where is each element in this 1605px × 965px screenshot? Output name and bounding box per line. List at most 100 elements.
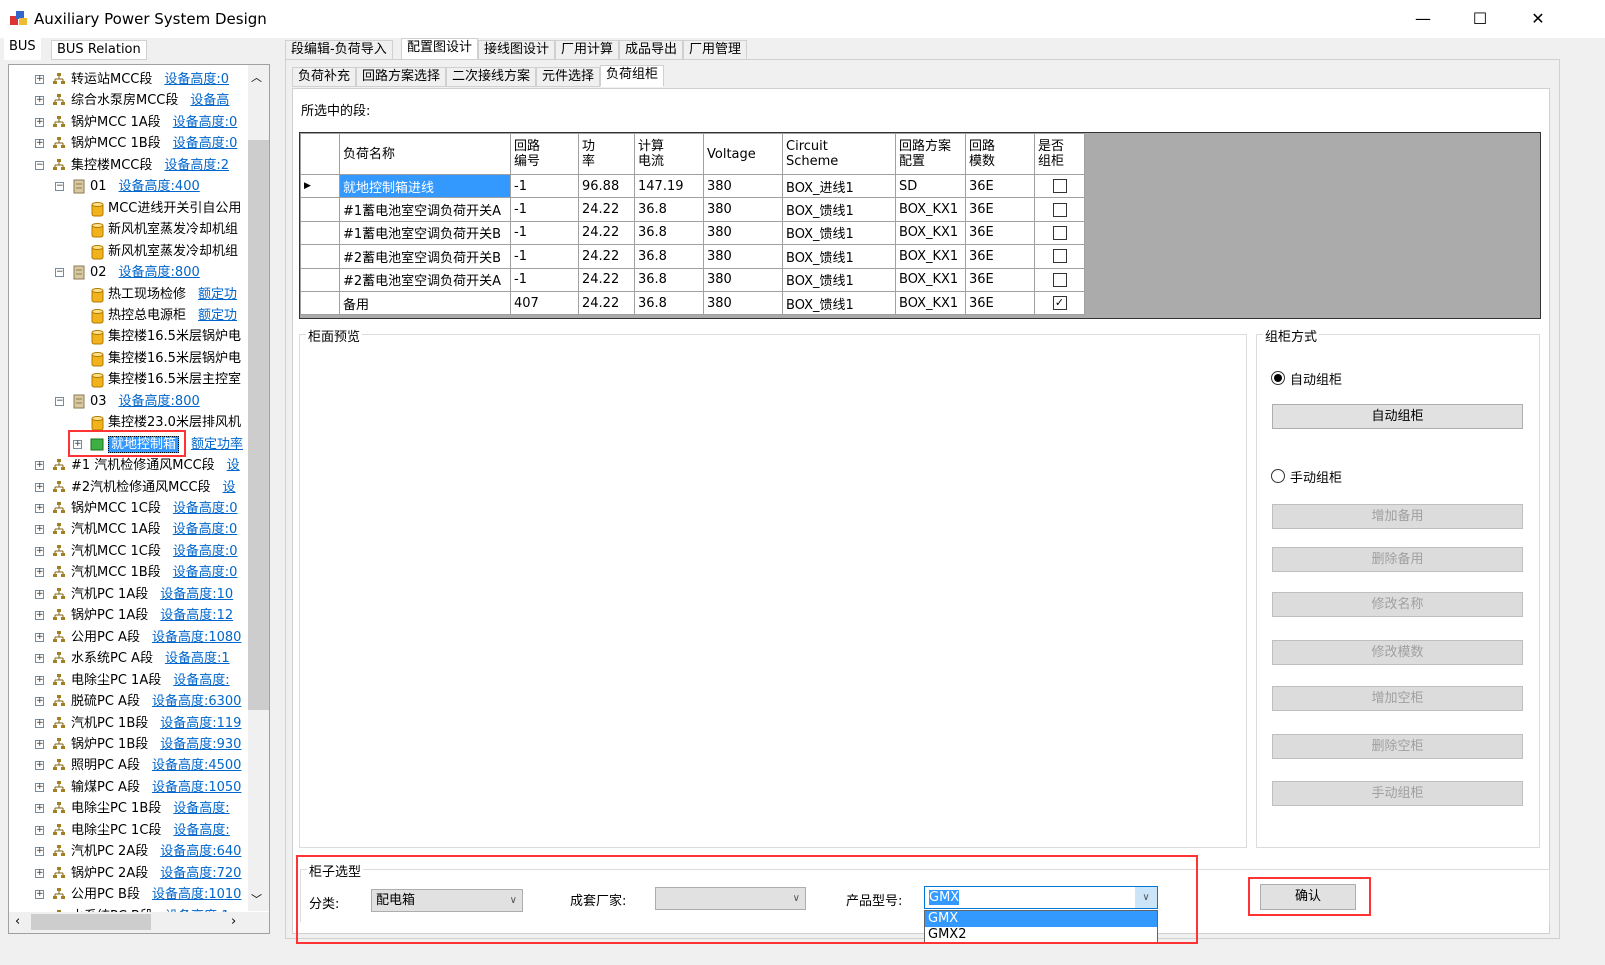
table-row[interactable]: #1蓄电池室空调负荷开关B -1 24.22 36.8 380 BOX_馈线1 BOX_KX… — [300, 220, 1085, 246]
scroll-thumb[interactable] — [248, 140, 269, 710]
column-header[interactable]: Circuit Scheme — [782, 133, 896, 175]
expand-icon[interactable]: + — [35, 718, 44, 728]
table-row[interactable]: #1蓄电池室空调负荷开关A -1 24.22 36.8 380 BOX_馈线1 BOX_KX… — [300, 197, 1085, 222]
table-cell[interactable]: BOX_进线1 — [782, 173, 896, 199]
expand-icon[interactable]: + — [35, 117, 44, 127]
row-header[interactable] — [300, 290, 340, 316]
tree-item-link[interactable]: 设备高度:119 — [160, 716, 241, 731]
tree-item-link[interactable]: 设备高度:400 — [119, 179, 200, 194]
tree-item-link[interactable]: 设 — [223, 480, 236, 495]
table-cell[interactable]: 407 — [510, 290, 579, 316]
collapse-icon[interactable]: − — [55, 182, 64, 192]
expand-icon[interactable]: + — [35, 804, 44, 814]
group-checkbox[interactable] — [1034, 220, 1085, 246]
row-header[interactable] — [300, 197, 340, 222]
tree-item[interactable]: 集控楼16.5米层主控室 — [9, 369, 249, 390]
tree-item[interactable]: + 转运站MCC段 设备高度:0 — [9, 69, 249, 90]
tree-item[interactable]: 热工现场检修 额定功 — [9, 284, 249, 305]
table-cell[interactable]: 36.8 — [634, 244, 704, 269]
group-checkbox[interactable] — [1034, 197, 1085, 222]
table-cell[interactable]: 380 — [703, 220, 783, 246]
table-cell[interactable]: 36.8 — [634, 290, 704, 316]
table-cell[interactable]: 147.19 — [634, 173, 704, 199]
expand-icon[interactable]: + — [35, 75, 44, 84]
tree-item[interactable]: + 锅炉PC 2A段 设备高度:720 — [9, 863, 249, 884]
tree-item[interactable]: + 锅炉PC 1A段 设备高度:12 — [9, 605, 249, 626]
expand-icon[interactable]: + — [35, 697, 44, 707]
expand-icon[interactable]: + — [35, 890, 44, 900]
main-tab-3[interactable]: 厂用计算 — [555, 40, 620, 60]
tree-item[interactable]: MCC进线开关引自公用 — [9, 198, 249, 219]
expand-icon[interactable]: + — [35, 461, 44, 471]
main-tab-5[interactable]: 厂用管理 — [683, 40, 748, 60]
column-header[interactable]: 回路 模数 — [965, 133, 1035, 175]
tree-item[interactable]: + #2汽机检修通风MCC段设 — [9, 477, 249, 498]
auto-group-radio[interactable] — [1271, 371, 1285, 385]
tree-item[interactable]: + 汽机MCC 1C段 设备高度:0 — [9, 541, 249, 562]
expand-icon[interactable]: + — [35, 632, 44, 642]
close-button[interactable]: ✕ — [1510, 0, 1566, 38]
table-cell[interactable]: BOX_馈线1 — [782, 197, 896, 222]
tree-item-link[interactable]: 设备高度:10 — [160, 587, 233, 602]
scroll-left-icon[interactable]: ‹ — [15, 914, 20, 929]
tree-item[interactable]: + 综合水泵房MCC段 设备高 — [9, 90, 249, 111]
tree-item[interactable]: − 01 设备高度:400 — [9, 176, 249, 197]
table-cell[interactable]: 380 — [703, 244, 783, 269]
scroll-down-icon[interactable]: ﹀ — [251, 891, 262, 907]
table-row[interactable]: #2蓄电池室空调负荷开关B -1 24.22 36.8 380 BOX_馈线1 BOX_KX… — [300, 244, 1085, 269]
tree-horizontal-scrollbar[interactable]: ‹ › — [9, 912, 269, 933]
table-cell[interactable]: 24.22 — [578, 197, 635, 222]
table-cell[interactable]: -1 — [510, 197, 579, 222]
table-cell[interactable]: 就地控制箱进线 — [339, 173, 511, 199]
row-header[interactable]: ▶ — [300, 173, 340, 199]
scroll-up-icon[interactable]: ︿ — [251, 69, 262, 85]
collapse-icon[interactable]: − — [55, 396, 64, 406]
tree-item[interactable]: + 电除尘PC 1B段 设备高度: — [9, 798, 249, 819]
delete-empty-cabinet-button[interactable]: 删除空柜 — [1272, 734, 1523, 759]
bus-tree[interactable]: + 转运站MCC段 设备高度:0 + 综合水泵房MCC段 设备高 + 锅炉MCC 1A段 设备高… — [8, 64, 270, 934]
table-cell[interactable]: 备用 — [339, 290, 511, 316]
table-cell[interactable]: -1 — [510, 267, 579, 292]
table-cell[interactable]: 36.8 — [634, 267, 704, 292]
tree-item-link[interactable]: 设备高度:930 — [160, 737, 241, 752]
auto-group-button[interactable]: 自动组柜 — [1272, 404, 1523, 429]
group-checkbox[interactable] — [1034, 173, 1085, 199]
table-cell[interactable]: 36E — [965, 290, 1035, 316]
table-cell[interactable]: 24.22 — [578, 244, 635, 269]
tree-item[interactable]: 新风机室蒸发冷却机组 — [9, 219, 249, 240]
tree-item[interactable]: + 输煤PC A段 设备高度:1050 — [9, 777, 249, 798]
tab-bus[interactable]: BUS — [4, 38, 41, 60]
row-header[interactable] — [300, 244, 340, 269]
column-header[interactable]: 是否 组柜 — [1034, 133, 1085, 175]
table-cell[interactable]: 36.8 — [634, 197, 704, 222]
expand-icon[interactable]: + — [35, 546, 44, 556]
manual-group-radio[interactable] — [1271, 469, 1285, 483]
tree-item-link[interactable]: 设备高度:0 — [173, 565, 238, 580]
tree-item-link[interactable]: 设备高度:800 — [119, 265, 200, 280]
expand-icon[interactable]: + — [35, 482, 44, 492]
tree-item-link[interactable]: 设备高度:720 — [160, 866, 241, 881]
tree-item[interactable]: + 锅炉MCC 1C段 设备高度:0 — [9, 498, 249, 519]
table-cell[interactable]: BOX_KX1 — [895, 220, 966, 246]
tree-item-link[interactable]: 额定功 — [198, 308, 237, 323]
tree-item-link[interactable]: 设备高度:0 — [173, 136, 238, 151]
collapse-icon[interactable]: − — [55, 268, 64, 278]
add-spare-button[interactable]: 增加备用 — [1272, 504, 1523, 529]
tree-item[interactable]: + 锅炉PC 1B段 设备高度:930 — [9, 734, 249, 755]
tree-item-link[interactable]: 设备高度:4500 — [152, 758, 241, 773]
column-header[interactable]: 负荷名称 — [339, 133, 511, 175]
table-cell[interactable]: 36.8 — [634, 220, 704, 246]
tree-item-link[interactable]: 设备高度:1010 — [152, 887, 241, 902]
tree-item-link[interactable]: 设备高度: — [173, 823, 229, 838]
table-cell[interactable]: 36E — [965, 220, 1035, 246]
tree-item-link[interactable]: 设备高度:0 — [164, 72, 229, 87]
expand-icon[interactable]: + — [35, 847, 44, 857]
tree-item-link[interactable]: 设备高度:12 — [160, 608, 233, 623]
table-cell[interactable]: BOX_馈线1 — [782, 267, 896, 292]
table-row[interactable]: 备用 407 24.22 36.8 380 BOX_馈线1 BOX_KX1 36E ✓ — [300, 290, 1085, 316]
expand-icon[interactable]: + — [35, 139, 44, 149]
table-cell[interactable]: 380 — [703, 290, 783, 316]
tree-item-link[interactable]: 设备高度:1050 — [152, 780, 241, 795]
h-scroll-thumb[interactable] — [31, 914, 151, 930]
group-checkbox[interactable] — [1034, 244, 1085, 269]
